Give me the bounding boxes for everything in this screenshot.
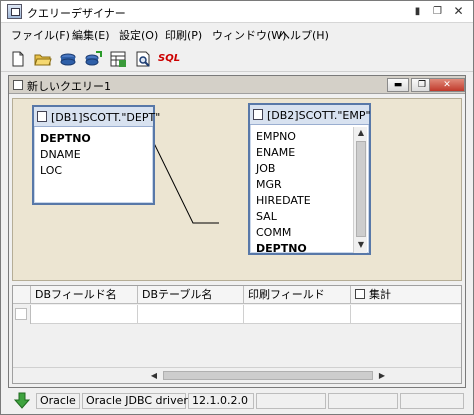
child-close-button[interactable]: ✕: [429, 78, 465, 92]
field-ename[interactable]: ENAME: [256, 146, 295, 159]
table-add-icon[interactable]: [109, 50, 127, 68]
table-box-dept-title-bar[interactable]: [DB1]SCOTT."DEPT": [34, 107, 160, 127]
new-file-icon[interactable]: [9, 50, 27, 68]
cell-print-field[interactable]: [244, 305, 351, 324]
menu-file[interactable]: ファイル(F): [11, 27, 70, 43]
field-hiredate[interactable]: HIREDATE: [256, 194, 311, 207]
column-aggregate-label: 集計: [369, 288, 391, 301]
toolbar: SQL: [1, 46, 473, 72]
field-deptno[interactable]: DEPTNO: [40, 132, 91, 145]
table-box-dept[interactable]: [DB1]SCOTT."DEPT" DEPTNO DNAME LOC: [32, 105, 160, 205]
field-empno[interactable]: EMPNO: [256, 130, 296, 143]
menu-print[interactable]: 印刷(P): [165, 27, 202, 43]
table-vertical-scrollbar[interactable]: ▲ ▼: [353, 127, 367, 253]
query-window-title-bar: 新しいクエリー1 ▬ ❐ ✕: [9, 76, 465, 94]
field-mgr[interactable]: MGR: [256, 178, 282, 191]
menu-bar: ファイル(F) 編集(E) 設定(O) 印刷(P) ウィンドウ(W) ヘルプ(H…: [1, 24, 473, 44]
field-deptno[interactable]: DEPTNO: [256, 242, 307, 255]
aggregate-checkbox[interactable]: [355, 289, 365, 299]
cell-aggregate[interactable]: [351, 305, 461, 324]
scroll-left-icon[interactable]: ◀: [147, 369, 161, 383]
query-design-canvas[interactable]: [DB1]SCOTT."DEPT" DEPTNO DNAME LOC [DB2]…: [12, 98, 462, 281]
grid-corner: [13, 286, 31, 304]
restore-icon[interactable]: ❐: [431, 5, 444, 18]
status-empty-3: [400, 393, 464, 409]
table-icon: [253, 109, 263, 120]
status-empty-2: [328, 393, 398, 409]
field-grid: DBフィールド名 DBテーブル名 印刷フィールド 集計 ◀ ▶: [12, 285, 462, 384]
title-bar: クエリーデザイナー ▮ ❐ ✕: [1, 1, 473, 23]
status-database-type: Oracle: [36, 393, 80, 409]
column-db-table-name[interactable]: DBテーブル名: [138, 286, 244, 304]
table-box-emp-title: [DB2]SCOTT."EMP": [267, 109, 371, 122]
status-bar: Oracle Oracle JDBC driver 12.1.0.2.0: [8, 391, 466, 411]
cell-db-field-name[interactable]: [31, 305, 138, 324]
cell-db-table-name[interactable]: [138, 305, 244, 324]
query-window-icon: [13, 80, 23, 90]
status-version: 12.1.0.2.0: [188, 393, 254, 409]
status-empty-1: [256, 393, 326, 409]
column-print-field[interactable]: 印刷フィールド: [244, 286, 351, 304]
row-header[interactable]: [13, 305, 31, 324]
column-aggregate[interactable]: 集計: [351, 286, 461, 304]
row-selector-icon: [15, 308, 27, 320]
table-icon: [37, 111, 47, 122]
grid-header: DBフィールド名 DBテーブル名 印刷フィールド 集計: [13, 286, 461, 304]
close-icon[interactable]: ✕: [452, 5, 465, 18]
field-sal[interactable]: SAL: [256, 210, 277, 223]
query-window-title: 新しいクエリー1: [27, 80, 111, 93]
menu-window[interactable]: ウィンドウ(W): [212, 27, 286, 43]
table-row[interactable]: [13, 305, 461, 324]
print-preview-icon[interactable]: [134, 50, 152, 68]
sql-icon[interactable]: SQL: [158, 50, 182, 68]
menu-edit[interactable]: 編集(E): [72, 27, 110, 43]
table-box-emp[interactable]: [DB2]SCOTT."EMP" EMPNO ENAME JOB MGR HIR…: [248, 103, 371, 255]
field-job[interactable]: JOB: [256, 162, 275, 175]
minimize-icon[interactable]: ▮: [411, 5, 424, 18]
open-folder-icon[interactable]: [34, 50, 52, 68]
query-window: 新しいクエリー1 ▬ ❐ ✕ [DB1]SCOTT."DEPT" DEPTNO …: [8, 75, 466, 388]
status-driver: Oracle JDBC driver: [82, 393, 188, 409]
menu-help[interactable]: ヘルプ(H): [279, 27, 329, 43]
field-loc[interactable]: LOC: [40, 164, 62, 177]
column-db-field-name[interactable]: DBフィールド名: [31, 286, 138, 304]
scroll-up-icon[interactable]: ▲: [354, 127, 368, 139]
table-box-emp-title-bar[interactable]: [DB2]SCOTT."EMP": [250, 105, 371, 125]
scroll-thumb[interactable]: [356, 141, 366, 237]
database-icon[interactable]: [59, 50, 77, 68]
horizontal-scroll-thumb[interactable]: [163, 371, 373, 380]
connect-database-icon[interactable]: [84, 50, 102, 68]
scroll-right-icon[interactable]: ▶: [375, 369, 389, 383]
table-box-dept-title: [DB1]SCOTT."DEPT": [51, 111, 161, 124]
app-icon: [7, 4, 22, 19]
grid-horizontal-scrollbar[interactable]: ◀ ▶: [13, 367, 461, 383]
window-title: クエリーデザイナー: [27, 7, 126, 20]
application-window: クエリーデザイナー ▮ ❐ ✕ ファイル(F) 編集(E) 設定(O) 印刷(P…: [0, 0, 474, 415]
child-minimize-button[interactable]: ▬: [387, 78, 409, 92]
field-comm[interactable]: COMM: [256, 226, 291, 239]
field-dname[interactable]: DNAME: [40, 148, 81, 161]
menu-settings[interactable]: 設定(O): [119, 27, 158, 43]
scroll-down-icon[interactable]: ▼: [354, 239, 368, 251]
download-arrow-icon[interactable]: [12, 392, 32, 410]
